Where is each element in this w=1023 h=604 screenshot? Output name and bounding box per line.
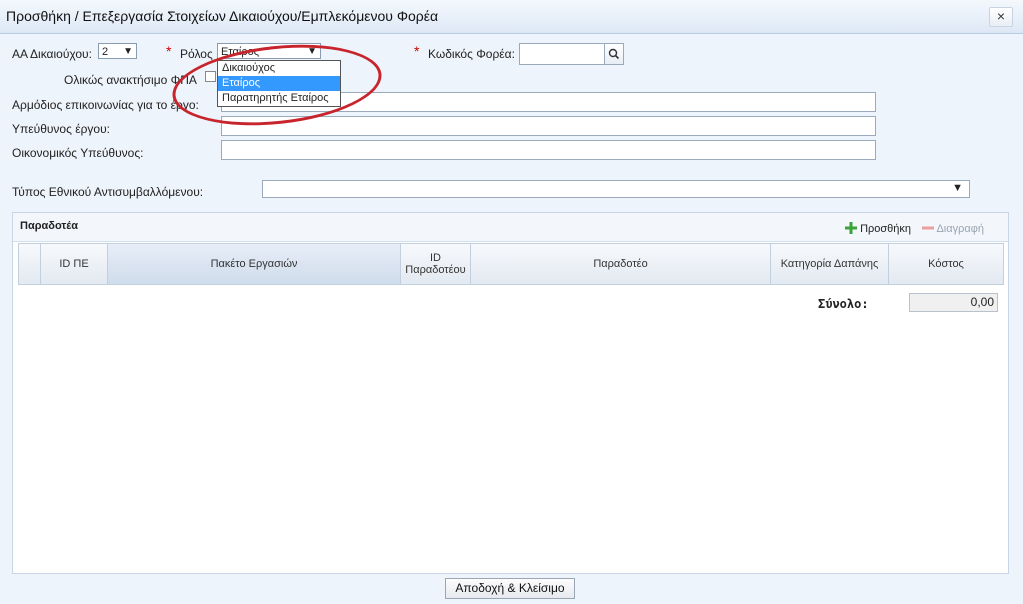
column-expense-category[interactable]: Κατηγορία Δαπάνης: [771, 244, 889, 284]
delete-button[interactable]: Διαγραφή: [922, 222, 984, 235]
aa-select[interactable]: 2 ▼: [98, 43, 137, 59]
project-manager-input[interactable]: [221, 116, 876, 136]
close-button[interactable]: ×: [989, 7, 1013, 27]
plus-icon: [845, 222, 857, 234]
column-expense-category-label: Κατηγορία Δαπάνης: [780, 258, 879, 270]
dialog-title: Προσθήκη / Επεξεργασία Στοιχείων Δικαιού…: [6, 8, 439, 24]
required-marker: *: [166, 43, 172, 59]
column-cost-label: Κόστος: [928, 258, 964, 270]
aa-value: 2: [102, 46, 109, 58]
grid-corner: [19, 244, 41, 284]
delete-label: Διαγραφή: [936, 223, 984, 235]
contractor-type-label: Τύπος Εθνικού Αντισυμβαλλόμενου:: [12, 185, 204, 199]
column-cost[interactable]: Κόστος: [889, 244, 1003, 284]
required-marker: *: [414, 43, 420, 59]
project-manager-label: Υπεύθυνος έργου:: [12, 122, 110, 136]
contractor-type-select[interactable]: ▼: [262, 180, 970, 198]
add-button[interactable]: Προσθήκη: [845, 222, 911, 235]
total-value: 0,00: [909, 293, 998, 312]
contact-label: Αρμόδιος επικοινωνίας για το έργο:: [12, 98, 199, 112]
column-id-pe[interactable]: ID ΠΕ: [41, 244, 108, 284]
chevron-down-icon: ▼: [123, 46, 133, 57]
code-label: Κωδικός Φορέα:: [428, 47, 515, 61]
code-input[interactable]: [519, 43, 605, 65]
column-deliverable-id-label: ID Παραδοτέου: [405, 252, 466, 276]
aa-label: ΑΑ Δικαιούχου:: [12, 47, 92, 61]
deliverables-panel: Παραδοτέα Προσθήκη Διαγραφή ID ΠΕ Πακέτο…: [12, 212, 1009, 574]
accept-close-button[interactable]: Αποδοχή & Κλείσιμο: [445, 578, 575, 599]
column-deliverable[interactable]: Παραδοτέο: [471, 244, 771, 284]
role-label: Ρόλος: [180, 47, 213, 61]
column-id-pe-label: ID ΠΕ: [59, 258, 89, 270]
dialog-titlebar: Προσθήκη / Επεξεργασία Στοιχείων Δικαιού…: [0, 0, 1023, 34]
chevron-down-icon: ▼: [952, 182, 963, 194]
search-icon: [608, 48, 620, 60]
financial-manager-input[interactable]: [221, 140, 876, 160]
column-work-package[interactable]: Πακέτο Εργασιών: [108, 244, 401, 284]
deliverables-header: Παραδοτέα Προσθήκη Διαγραφή: [13, 213, 1008, 242]
financial-manager-label: Οικονομικός Υπεύθυνος:: [12, 146, 144, 160]
minus-icon: [922, 226, 934, 230]
search-button[interactable]: [604, 43, 624, 65]
deliverables-title: Παραδοτέα: [20, 220, 78, 232]
deliverables-grid-header: ID ΠΕ Πακέτο Εργασιών ID Παραδοτέου Παρα…: [18, 243, 1004, 285]
column-deliverable-id[interactable]: ID Παραδοτέου: [401, 244, 471, 284]
total-label: Σύνολο:: [818, 297, 869, 311]
column-work-package-label: Πακέτο Εργασιών: [210, 258, 298, 270]
column-deliverable-label: Παραδοτέο: [593, 258, 648, 270]
add-label: Προσθήκη: [860, 223, 912, 235]
